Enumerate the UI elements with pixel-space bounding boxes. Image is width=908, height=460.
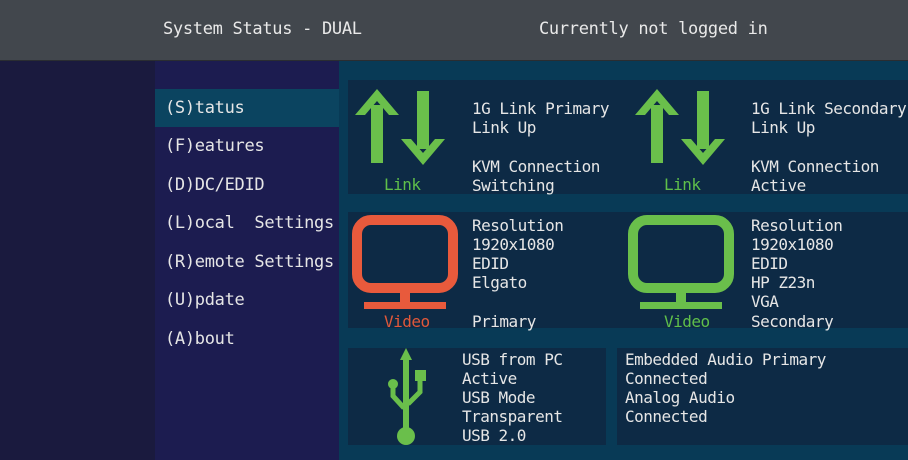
menu-item-update[interactable]: (U)pdate	[155, 281, 339, 319]
audio-line: Connected	[625, 407, 708, 426]
login-status: Currently not logged in	[539, 19, 768, 39]
kvm-primary-state: Switching	[472, 176, 555, 195]
video-primary-line: Resolution	[472, 216, 564, 235]
link-primary-state: Link Up	[472, 118, 536, 137]
sidebar-menu: (S)tatus (F)eatures (D)DC/EDID (L)ocal S…	[155, 61, 339, 460]
usb-line: USB Mode	[462, 388, 536, 407]
usb-line: USB 2.0	[462, 426, 526, 445]
usb-line: USB from PC	[462, 350, 563, 369]
monitor-icon	[628, 215, 734, 309]
usb-line: Active	[462, 369, 517, 388]
audio-line: Analog Audio	[625, 388, 735, 407]
video-secondary-line: HP Z23n	[751, 273, 815, 292]
title-bar: System Status - DUAL Currently not logge…	[0, 0, 908, 61]
link-label: Link	[384, 175, 421, 194]
video-secondary-line: Secondary	[751, 312, 834, 331]
video-label: Video	[384, 312, 430, 331]
menu-item-remote-settings[interactable]: (R)emote Settings	[155, 243, 339, 281]
link-secondary-state: Link Up	[751, 118, 815, 137]
menu-item-ddc-edid[interactable]: (D)DC/EDID	[155, 166, 339, 204]
usb-icon	[388, 348, 426, 445]
video-primary-line: Elgato	[472, 273, 527, 292]
usb-line: Transparent	[462, 407, 563, 426]
menu-item-status[interactable]: (S)tatus	[155, 89, 339, 127]
menu-item-local-settings[interactable]: (L)ocal Settings	[155, 204, 339, 242]
audio-line: Connected	[625, 369, 708, 388]
video-secondary-line: Resolution	[751, 216, 843, 235]
video-label: Video	[664, 312, 710, 331]
link-label: Link	[664, 175, 701, 194]
audio-line: Embedded Audio Primary	[625, 350, 826, 369]
link-arrows-icon	[355, 89, 445, 165]
video-secondary-line: EDID	[751, 254, 788, 273]
video-secondary-line: VGA	[751, 292, 779, 311]
status-area: Link 1G Link Primary Link Up KVM Connect…	[339, 61, 908, 460]
page-title: System Status - DUAL	[163, 19, 362, 39]
monitor-icon	[352, 215, 458, 309]
menu-item-about[interactable]: (A)bout	[155, 320, 339, 358]
kvm-primary-label: KVM Connection	[472, 157, 600, 176]
video-secondary-line: 1920x1080	[751, 235, 834, 254]
video-primary-line: EDID	[472, 254, 509, 273]
kvm-secondary-label: KVM Connection	[751, 157, 879, 176]
menu-item-features[interactable]: (F)eatures	[155, 127, 339, 165]
link-secondary-name: 1G Link Secondary	[751, 99, 907, 118]
video-primary-line: Primary	[472, 312, 536, 331]
video-primary-line: 1920x1080	[472, 235, 555, 254]
link-primary-name: 1G Link Primary	[472, 99, 610, 118]
left-margin	[0, 61, 155, 460]
kvm-secondary-state: Active	[751, 176, 806, 195]
link-arrows-icon	[635, 89, 725, 165]
